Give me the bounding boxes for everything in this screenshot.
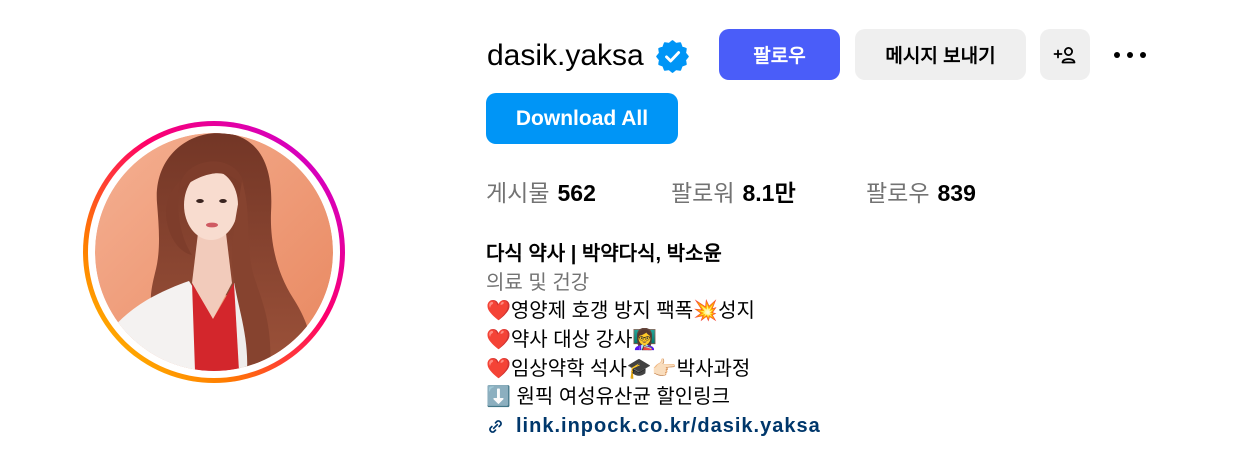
profile-avatar[interactable] [83, 121, 345, 383]
message-button[interactable]: 메시지 보내기 [855, 29, 1026, 80]
bio: 다식 약사 | 박약다식, 박소윤 의료 및 건강 ❤️영양제 호갱 방지 팩폭… [486, 240, 821, 441]
follow-button[interactable]: 팔로우 [719, 29, 840, 80]
bio-line: ❤️약사 대상 강사👩‍🏫 [486, 329, 658, 352]
stat-followers-label: 팔로워 [671, 180, 735, 206]
more-options-button[interactable] [1105, 29, 1155, 80]
stat-following[interactable]: 팔로우 839 [866, 177, 976, 209]
download-all-label: Download All [515, 106, 649, 130]
photo-lips [206, 222, 218, 228]
stat-following-label: 팔로우 [866, 180, 930, 206]
full-name: 다식 약사 | 박약다식, 박소윤 [486, 243, 722, 265]
external-link[interactable]: link.inpock.co.kr/dasik.yaksa [486, 412, 821, 441]
bio-line: ❤️임상약학 석사🎓👉🏻박사과정 [486, 357, 751, 380]
stat-posts-label: 게시물 [486, 180, 550, 206]
link-icon [489, 420, 502, 433]
stat-followers-count: 8.1만 [742, 180, 796, 206]
photo-eye-left [196, 199, 204, 203]
external-link-text[interactable]: link.inpock.co.kr/dasik.yaksa [516, 412, 821, 441]
category-label: 의료 및 건강 [486, 271, 590, 294]
follow-button-label: 팔로우 [753, 46, 806, 67]
more-options-icon [1114, 51, 1146, 58]
add-person-icon [1053, 46, 1076, 63]
verified-badge-icon [656, 40, 689, 73]
stat-following-count: 839 [937, 180, 976, 206]
download-all-button[interactable]: Download All [486, 93, 678, 144]
bio-line: ⬇️ 원픽 여성유산균 할인링크 [486, 386, 730, 409]
stat-followers[interactable]: 팔로워 8.1만 [671, 177, 796, 209]
bio-line: ❤️영양제 호갱 방지 팩폭💥성지 [486, 300, 755, 323]
stat-posts: 게시물 562 [486, 177, 596, 209]
username: dasik.yaksa [487, 39, 644, 72]
stat-posts-count: 562 [557, 180, 596, 206]
photo-eye-right [219, 199, 227, 203]
profile-photo [95, 133, 333, 371]
suggest-accounts-button[interactable] [1040, 29, 1090, 80]
message-button-label: 메시지 보내기 [885, 46, 996, 67]
